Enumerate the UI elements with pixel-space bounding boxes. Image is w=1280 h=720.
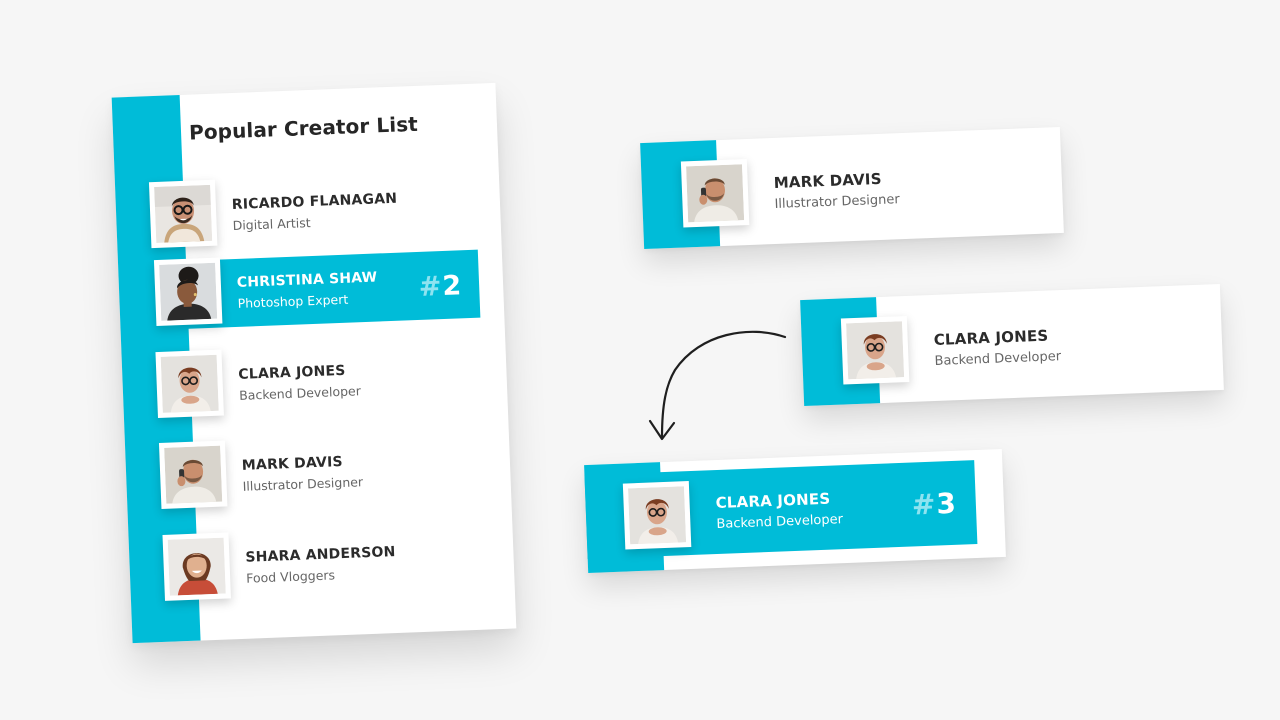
popular-creator-list-card: Popular Creator List RICARDO FLANAGAN Di… <box>111 82 517 644</box>
creator-name: SHARA ANDERSON <box>245 544 396 566</box>
clara-photo <box>628 486 687 545</box>
avatar <box>680 159 750 228</box>
avatar <box>148 179 218 249</box>
creator-row-clara[interactable]: CLARA JONES Backend Developer <box>155 336 484 424</box>
rank-number: 2 <box>441 270 462 303</box>
curved-arrow-icon <box>648 330 787 441</box>
creator-role: Food Vloggers <box>245 567 336 586</box>
hash-symbol: # <box>911 487 936 522</box>
creator-name: MARK DAVIS <box>241 453 344 474</box>
creator-row-mark[interactable]: MARK DAVIS Illustrator Designer <box>158 426 488 514</box>
avatar <box>840 316 910 385</box>
creator-role: Digital Artist <box>232 215 311 234</box>
clara-photo <box>160 354 219 413</box>
clara-photo <box>846 321 905 380</box>
shara-photo <box>167 537 226 596</box>
creator-role: Backend Developer <box>238 383 362 403</box>
ricardo-photo <box>154 184 213 243</box>
hash-symbol: # <box>418 271 442 303</box>
rank-number: 3 <box>935 486 957 521</box>
avatar <box>162 532 231 601</box>
avatar <box>153 257 223 327</box>
floating-card-clara-ranked[interactable]: CLARA JONES Backend Developer #3 <box>584 449 1006 573</box>
creator-row-shara[interactable]: SHARA ANDERSON Food Vloggers <box>162 518 491 606</box>
creator-name: RICARDO FLANAGAN <box>231 190 398 214</box>
creator-name: CLARA JONES <box>238 362 346 383</box>
creator-row-christina[interactable]: CHRISTINA SHAW Photoshop Expert #2 <box>150 244 481 333</box>
avatar <box>158 440 228 509</box>
avatar <box>155 349 224 419</box>
mark-photo <box>164 445 223 504</box>
floating-card-clara[interactable]: CLARA JONES Backend Developer <box>800 283 1224 407</box>
creator-row-ricardo[interactable]: RICARDO FLANAGAN Digital Artist <box>148 166 478 254</box>
creator-role: Illustrator Designer <box>242 474 364 494</box>
avatar <box>622 481 692 550</box>
rank-badge: #3 <box>911 487 956 522</box>
floating-card-mark[interactable]: MARK DAVIS Illustrator Designer <box>640 126 1064 250</box>
christina-photo <box>159 262 218 321</box>
mark-photo <box>686 164 745 223</box>
rank-badge: #2 <box>418 270 462 303</box>
